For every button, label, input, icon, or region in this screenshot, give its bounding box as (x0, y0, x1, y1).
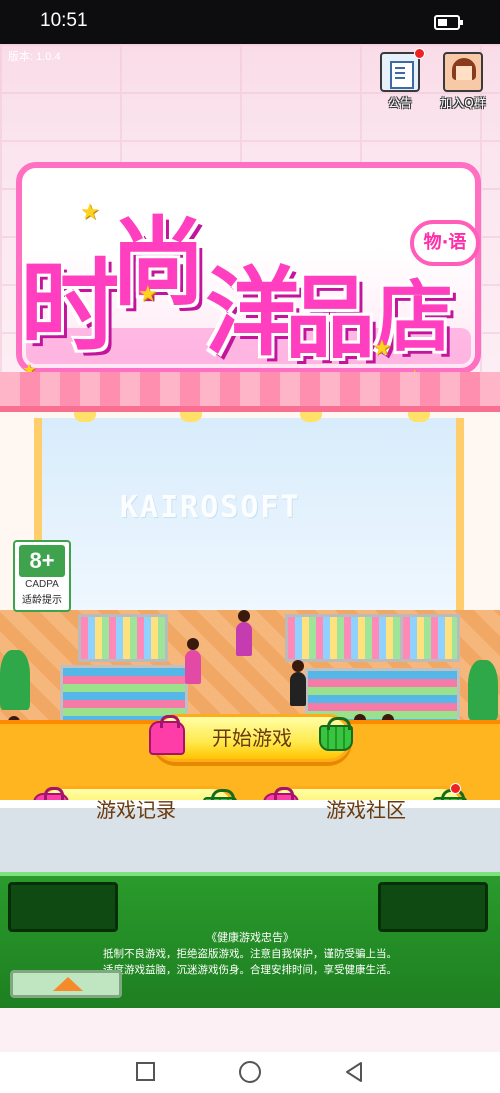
notice-label: 公告 (387, 96, 412, 110)
star-icon: ★ (372, 336, 392, 361)
start-game-button[interactable]: 开始游戏 (149, 714, 353, 762)
back-icon[interactable] (344, 1061, 364, 1083)
avatar-icon (443, 52, 483, 92)
clothes-shelf (285, 614, 405, 662)
shopper-character (290, 660, 306, 706)
system-nav-bar (0, 1052, 500, 1093)
game-community-label: 游戏社区 (326, 798, 406, 822)
notice-badge-dot (414, 48, 425, 59)
clothes-shelf (400, 614, 460, 662)
shopper-character (236, 610, 252, 656)
expand-up-button[interactable] (10, 970, 122, 998)
logo-char-2: 尚 (110, 207, 206, 319)
star-icon: ★ (138, 282, 158, 307)
logo-badge: 物·语 (410, 220, 480, 266)
gray-band (0, 800, 500, 872)
logo-char-1: 时 (20, 248, 120, 365)
shop-awning (0, 372, 500, 412)
notice-button[interactable]: 公告 (375, 48, 425, 111)
clothes-shelf (78, 614, 168, 662)
star-icon: ★ (80, 200, 100, 225)
home-icon[interactable] (239, 1061, 261, 1083)
logo-char-4: 品 (285, 266, 375, 371)
left-slot (8, 882, 118, 932)
developer-watermark: KAIROSOFT (120, 490, 301, 525)
age-rating-badge: 8+ CADPA 适龄提示 (13, 540, 71, 612)
game-records-label: 游戏记录 (96, 798, 176, 822)
version-label: 版本: 1.0.4 (8, 51, 61, 63)
shopper-character (185, 638, 201, 684)
health-advice-line-1: 抵制不良游戏，拒绝盗版游戏。注意自我保护，谨防受骗上当。 (103, 948, 397, 960)
start-game-label: 开始游戏 (212, 726, 292, 750)
plant-icon (468, 660, 498, 720)
status-bar: 10:51 (0, 0, 500, 44)
plant-icon (0, 650, 30, 710)
join-qq-label: 加入Q群 (440, 96, 486, 110)
join-qq-group-button[interactable]: 加入Q群 (438, 52, 488, 111)
notice-icon (380, 52, 420, 92)
community-badge-dot (450, 783, 461, 794)
recent-apps-icon[interactable] (136, 1062, 155, 1081)
right-slot (378, 882, 488, 932)
age-rating-tip: 适龄提示 (22, 595, 62, 606)
status-time: 10:51 (40, 10, 88, 31)
green-basket-icon (319, 717, 353, 751)
health-advice-title: 《健康游戏忠告》 (206, 931, 294, 944)
age-rating-value: 8+ (19, 545, 65, 577)
battery-icon (434, 15, 463, 30)
age-rating-org: CADPA (25, 579, 59, 590)
pink-bag-icon (149, 715, 185, 755)
